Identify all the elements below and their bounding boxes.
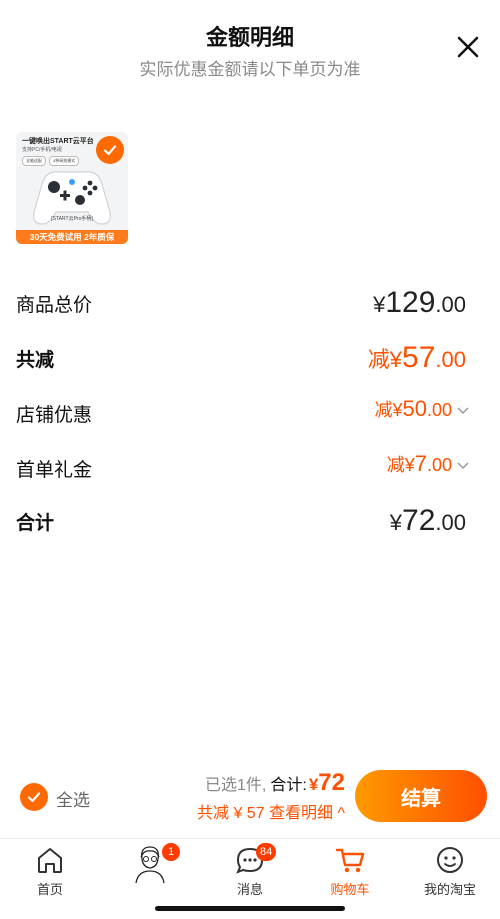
tab-messages[interactable]: 84 消息 <box>200 839 300 899</box>
first-order-gift-value: 减¥ 7.00 <box>386 451 452 476</box>
cart-icon <box>335 848 365 873</box>
close-icon[interactable] <box>455 34 481 60</box>
product-subline: 支持PC/手机/电视 <box>22 147 62 153</box>
first-order-gift-label: 首单礼金 <box>16 460 93 481</box>
store-discount-label: 店铺优惠 <box>16 405 93 426</box>
product-banner: 30天免费试用 2年质保 <box>16 230 128 244</box>
row-first-order-gift[interactable]: 首单礼金 减¥ 7.00 <box>16 451 469 485</box>
chevron-down-icon[interactable] <box>456 406 470 416</box>
notification-badge: 1 <box>162 843 180 861</box>
checkout-bar: 全选 已选1件, 合计: ¥ 72 共减 ¥ 57 查看明细 ^ 结算 <box>0 765 500 835</box>
select-all-label[interactable]: 全选 <box>56 786 90 811</box>
checkout-button[interactable]: 结算 <box>355 770 487 822</box>
order-summary: 已选1件, 合计: ¥ 72 共减 ¥ 57 查看明细 ^ <box>170 769 345 823</box>
total-label: 合计: <box>270 777 307 794</box>
tab-cart[interactable]: 购物车 <box>300 839 400 899</box>
page-subtitle: 实际优惠金额请以下单页为准 <box>139 60 361 79</box>
message-count-badge: 84 <box>256 843 277 861</box>
selected-count: 已选1件, <box>205 777 267 794</box>
detail-header: 金额明细 实际优惠金额请以下单页为准 <box>0 0 500 90</box>
subtotal-value: ¥72.00 <box>389 504 466 537</box>
product-tag: 4种高效模式 <box>49 156 80 166</box>
row-subtotal: 合计 ¥72.00 <box>16 504 466 538</box>
chevron-down-icon[interactable] <box>456 461 470 471</box>
total-amount: 72 <box>318 769 345 796</box>
discount-detail-link[interactable]: 共减 ¥ 57 查看明细 ^ <box>170 799 345 823</box>
tab-avatar[interactable]: 1 <box>100 839 200 899</box>
bottom-tab-bar: 首页 1 84 消息 购物车 我的淘宝 <box>0 838 500 919</box>
product-tag: 全能适配 <box>22 156 46 166</box>
home-indicator <box>155 906 345 911</box>
tab-label: 首页 <box>36 882 63 897</box>
select-all-checkbox[interactable] <box>20 783 48 811</box>
total-currency: ¥ <box>308 775 319 794</box>
product-thumbnail[interactable]: 一键唤出START云平台 支持PC/手机/电视 全能适配 4种高效模式 [STA… <box>16 132 128 244</box>
total-discount-label: 共减 <box>16 350 55 371</box>
profile-icon <box>437 847 463 873</box>
product-checked-icon[interactable] <box>96 136 124 164</box>
row-total-discount: 共减 减¥ 57.00 <box>16 341 466 375</box>
subtotal-label: 合计 <box>16 513 55 534</box>
tab-label: 消息 <box>236 882 263 897</box>
row-store-discount[interactable]: 店铺优惠 减¥ 50.00 <box>16 396 469 430</box>
store-discount-value: 减¥ 50.00 <box>374 396 452 421</box>
page-title: 金额明细 <box>205 25 294 50</box>
product-headline: 一键唤出START云平台 <box>22 138 94 145</box>
tab-profile[interactable]: 我的淘宝 <box>400 839 500 899</box>
product-model: [START云Pro手柄] <box>51 216 93 222</box>
total-discount-value: 减¥ 57.00 <box>367 341 466 374</box>
row-total-price: 商品总价 ¥129.00 <box>16 286 466 320</box>
product-tags: 全能适配 4种高效模式 <box>22 156 80 166</box>
tab-home[interactable]: 首页 <box>0 839 100 899</box>
home-icon <box>38 848 62 873</box>
tab-label: 购物车 <box>330 882 370 897</box>
tab-label: 我的淘宝 <box>423 882 476 897</box>
total-price-label: 商品总价 <box>16 295 93 316</box>
total-price-value: ¥129.00 <box>373 286 466 319</box>
